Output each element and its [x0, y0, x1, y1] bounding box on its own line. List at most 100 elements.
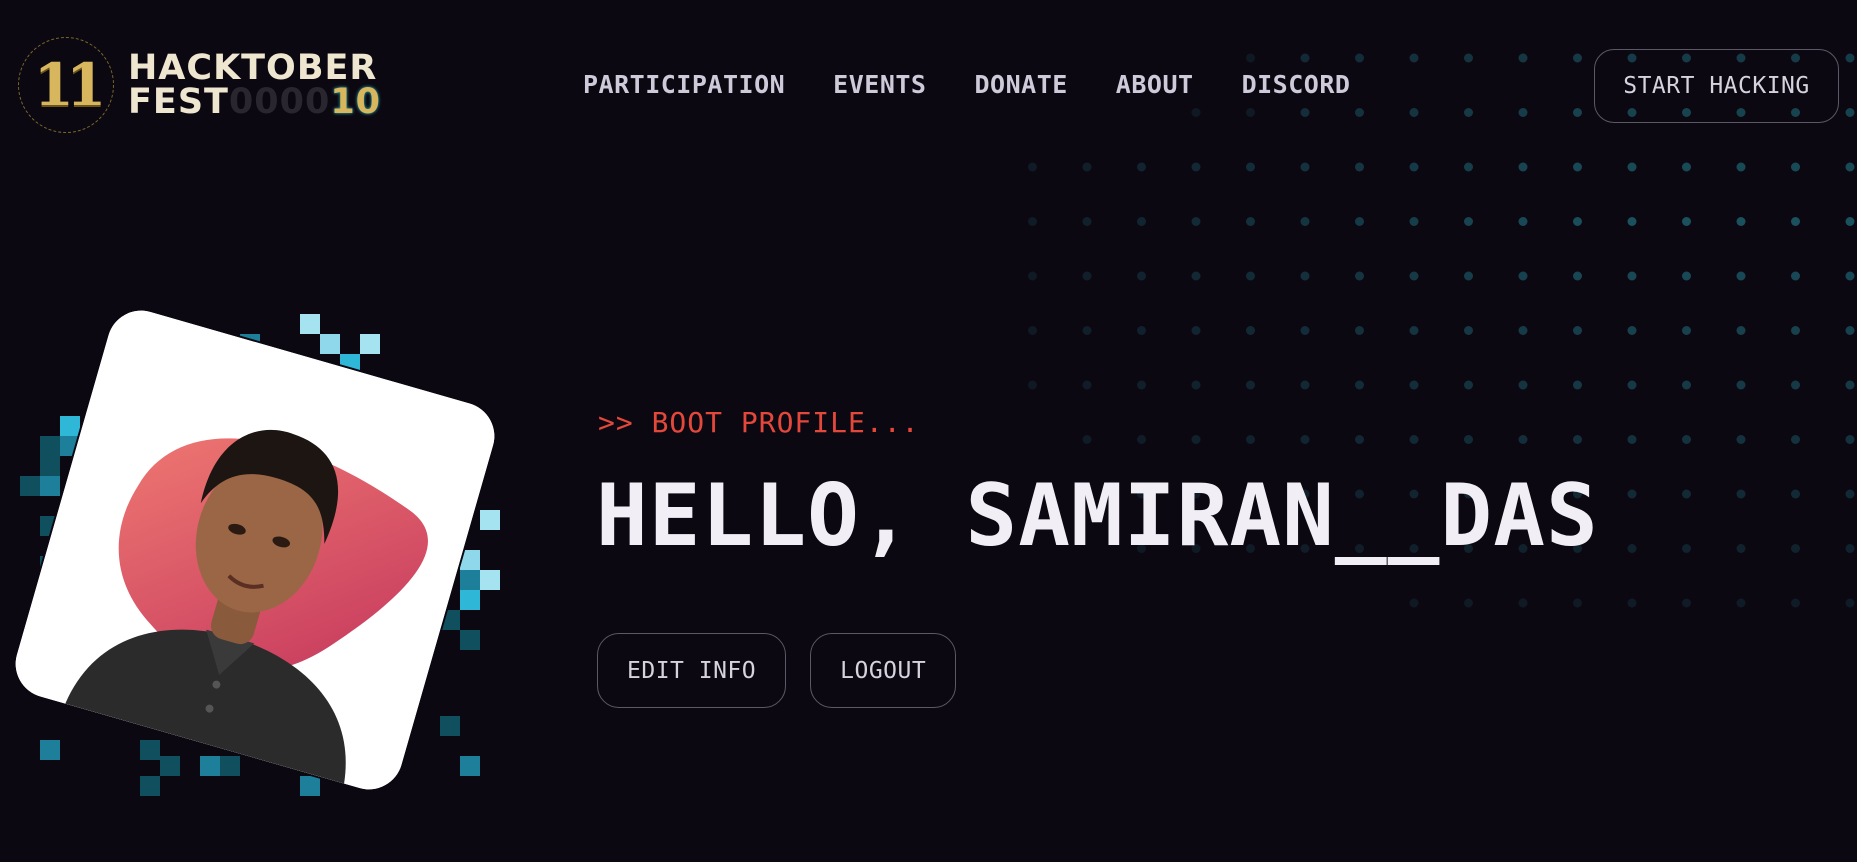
grid-dot: [1191, 271, 1201, 281]
grid-dot: [1791, 544, 1800, 553]
grid-dot: [1300, 162, 1310, 172]
logo-badge-icon: 11: [18, 37, 114, 133]
grid-dot: [1573, 108, 1582, 117]
grid-dot: [1627, 598, 1637, 608]
grid-dot: [1682, 380, 1691, 390]
grid-dot: [1082, 162, 1092, 172]
logo-zeros: 0000: [228, 82, 331, 122]
grid-dot: [1573, 598, 1582, 608]
logo-wordmark: HACKTOBER FEST000010: [128, 48, 382, 122]
pixel-square: [40, 740, 60, 760]
nav-about[interactable]: ABOUT: [1116, 70, 1194, 99]
grid-dot: [1464, 435, 1473, 444]
grid-dot: [1682, 162, 1691, 172]
grid-dot: [1573, 217, 1582, 226]
grid-dot: [1791, 380, 1800, 390]
grid-dot: [1355, 435, 1364, 444]
grid-dot: [1791, 326, 1800, 335]
grid-dot: [1409, 435, 1419, 444]
grid-dot: [1300, 380, 1310, 390]
pixel-square: [20, 476, 40, 496]
grid-dot: [1682, 544, 1691, 553]
pixel-square: [480, 570, 500, 590]
grid-dot: [1845, 326, 1855, 335]
grid-dot: [1464, 217, 1473, 226]
grid-dot: [1845, 489, 1855, 499]
grid-dot: [1191, 217, 1201, 226]
grid-dot: [1137, 162, 1146, 172]
grid-dot: [1464, 108, 1473, 117]
grid-dot: [1736, 435, 1746, 444]
logout-button[interactable]: LOGOUT: [810, 633, 957, 708]
grid-dot: [1845, 217, 1855, 226]
grid-dot: [1355, 217, 1364, 226]
grid-dot: [1845, 53, 1855, 63]
pixel-square: [300, 314, 320, 334]
grid-dot: [1246, 53, 1255, 63]
grid-dot: [1355, 271, 1364, 281]
pixel-square: [160, 756, 180, 776]
edit-info-button[interactable]: EDIT INFO: [597, 633, 787, 708]
hacktoberfest-logo[interactable]: 11 HACKTOBER FEST000010: [18, 37, 381, 133]
grid-dot: [1845, 271, 1855, 281]
pixel-square: [60, 416, 80, 436]
grid-dot: [1573, 326, 1582, 335]
grid-dot: [1409, 326, 1419, 335]
grid-dot: [1464, 53, 1473, 63]
grid-dot: [1409, 217, 1419, 226]
grid-dot: [1791, 162, 1800, 172]
grid-dot: [1028, 217, 1037, 226]
pixel-square: [220, 756, 240, 776]
page: 11 HACKTOBER FEST000010 PARTICIPATION EV…: [0, 0, 1857, 862]
grid-dot: [1191, 326, 1201, 335]
pixel-square: [440, 716, 460, 736]
grid-dot: [1082, 217, 1092, 226]
nav-discord[interactable]: DISCORD: [1242, 70, 1351, 99]
grid-dot: [1028, 162, 1037, 172]
grid-dot: [1518, 435, 1528, 444]
grid-dot: [1682, 217, 1691, 226]
grid-dot: [1355, 380, 1364, 390]
grid-dot: [1191, 435, 1201, 444]
pixel-square: [140, 740, 160, 760]
grid-dot: [1246, 217, 1255, 226]
grid-dot: [1409, 380, 1419, 390]
logo-line-1: HACKTOBER: [128, 48, 378, 88]
grid-dot: [1518, 598, 1528, 608]
grid-dot: [1627, 326, 1637, 335]
grid-dot: [1791, 598, 1800, 608]
grid-dot: [1191, 108, 1201, 117]
grid-dot: [1518, 162, 1528, 172]
nav-participation[interactable]: PARTICIPATION: [583, 70, 785, 99]
logo-number: 10: [330, 82, 382, 122]
grid-dot: [1137, 326, 1146, 335]
grid-dot: [1682, 489, 1691, 499]
grid-dot: [1845, 162, 1855, 172]
grid-dot: [1028, 271, 1037, 281]
grid-dot: [1082, 435, 1092, 444]
grid-dot: [1791, 435, 1800, 444]
grid-dot: [1682, 271, 1691, 281]
grid-dot: [1246, 435, 1255, 444]
grid-dot: [1464, 380, 1473, 390]
grid-dot: [1409, 162, 1419, 172]
grid-dot: [1627, 162, 1637, 172]
pixel-square: [460, 590, 480, 610]
grid-dot: [1518, 380, 1528, 390]
grid-dot: [1682, 598, 1691, 608]
grid-dot: [1736, 326, 1746, 335]
start-hacking-button[interactable]: START HACKING: [1594, 49, 1839, 123]
pixel-square: [460, 756, 480, 776]
grid-dot: [1246, 326, 1255, 335]
grid-dot: [1573, 53, 1582, 63]
nav-donate[interactable]: DONATE: [974, 70, 1067, 99]
grid-dot: [1300, 326, 1310, 335]
grid-dot: [1191, 162, 1201, 172]
pixel-square: [320, 334, 340, 354]
grid-dot: [1409, 598, 1419, 608]
grid-dot: [1409, 108, 1419, 117]
grid-dot: [1627, 380, 1637, 390]
grid-dot: [1791, 271, 1800, 281]
nav-events[interactable]: EVENTS: [833, 70, 926, 99]
main-nav: PARTICIPATION EVENTS DONATE ABOUT DISCOR…: [583, 70, 1350, 99]
